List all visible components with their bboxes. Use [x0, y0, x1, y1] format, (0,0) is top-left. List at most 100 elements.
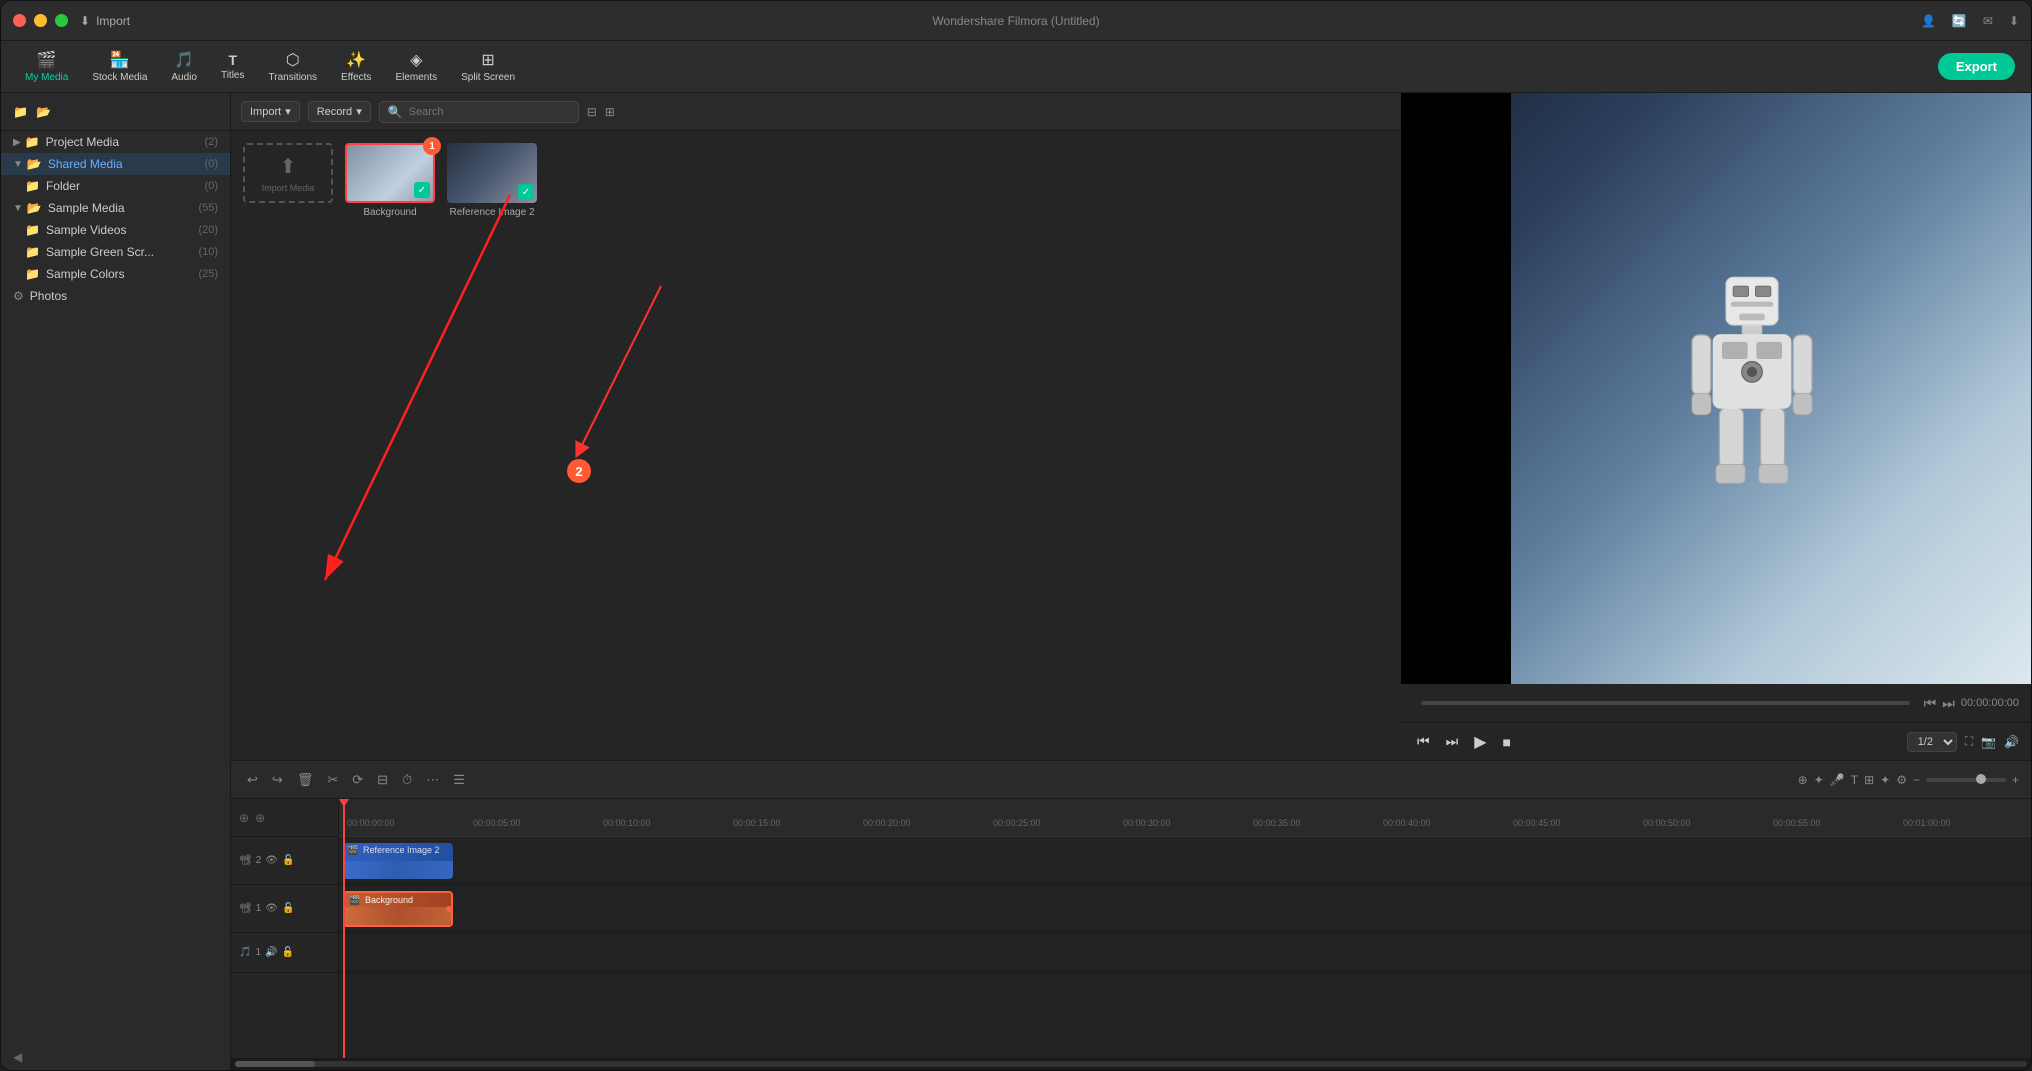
- track2-eye-icon[interactable]: 👁: [265, 855, 278, 866]
- quality-select[interactable]: 1/2: [1907, 732, 1957, 752]
- mirror-button[interactable]: ⊟: [373, 770, 392, 790]
- import-button[interactable]: Import ▾: [241, 101, 300, 122]
- track2-lock-icon[interactable]: 🔓: [282, 855, 294, 866]
- background-clip[interactable]: 🎬 Background: [343, 891, 453, 927]
- close-button[interactable]: [13, 14, 26, 27]
- fullscreen-icon[interactable]: ⛶: [1965, 734, 1973, 749]
- undo-button[interactable]: ↩: [243, 770, 262, 790]
- volume-icon[interactable]: 🔊: [2004, 735, 2019, 749]
- sidebar-item-sample-green[interactable]: 📁 Sample Green Scr... (10): [1, 241, 230, 263]
- zoom-slider[interactable]: [1926, 778, 2006, 782]
- toolbar-split-screen[interactable]: ⊞ Split Screen: [453, 46, 523, 87]
- toolbar-my-media[interactable]: 🎬 My Media: [17, 46, 76, 87]
- step-back-button[interactable]: ⏮: [1413, 731, 1434, 752]
- reference-check: ✓: [518, 184, 534, 200]
- timeline-content: ⊕ ⊕ 📽 2 👁 🔓 📽 1: [231, 799, 2031, 1058]
- step-back-icon[interactable]: ⏮: [1924, 695, 1937, 712]
- align-button[interactable]: ☰: [449, 770, 469, 790]
- clip-speed-button[interactable]: ⏱: [398, 770, 416, 790]
- timeline-scrollbar[interactable]: [231, 1058, 2031, 1070]
- maximize-button[interactable]: [55, 14, 68, 27]
- track2-video-icon: 📽: [239, 855, 252, 866]
- grid-icon[interactable]: ⊞: [605, 105, 615, 119]
- transition2-icon[interactable]: ⊞: [1864, 773, 1874, 787]
- colors-folder-icon: 📁: [25, 267, 40, 281]
- mic-icon[interactable]: 🎤: [1830, 773, 1845, 787]
- toolbar-effects[interactable]: ✨ Effects: [333, 46, 379, 87]
- more-button[interactable]: ⋯: [422, 770, 443, 790]
- track2-area[interactable]: 🎬 Reference Image 2: [339, 837, 2031, 885]
- toolbar-transitions[interactable]: ⬡ Transitions: [261, 46, 326, 87]
- import-media-item[interactable]: ⬆ Import Media: [243, 143, 333, 218]
- add-video-track-icon[interactable]: ⊕: [239, 811, 249, 825]
- effects-icon: ✨: [346, 50, 366, 70]
- user-icon[interactable]: 👤: [1921, 14, 1936, 28]
- sidebar-item-shared-media[interactable]: ▼ 📂 Shared Media (0): [1, 153, 230, 175]
- toolbar: 🎬 My Media 🏪 Stock Media 🎵 Audio T Title…: [1, 41, 2031, 93]
- audio-area[interactable]: [339, 933, 2031, 973]
- collapse-icon[interactable]: ◀: [13, 1050, 22, 1064]
- play-button[interactable]: ▶: [1470, 730, 1490, 754]
- time-display: 00:00:00:00: [1961, 697, 2019, 709]
- filter-icon[interactable]: ⊟: [587, 105, 597, 119]
- track1-area[interactable]: 🎬 Background: [339, 885, 2031, 933]
- audio-icon: 🎵: [174, 50, 194, 70]
- sidebar-item-sample-colors[interactable]: 📁 Sample Colors (25): [1, 263, 230, 285]
- add-audio-track-icon[interactable]: ⊕: [255, 811, 265, 825]
- toolbar-stock-media[interactable]: 🏪 Stock Media: [84, 46, 155, 87]
- refresh-icon[interactable]: 🔄: [1952, 14, 1967, 28]
- my-media-icon: 🎬: [37, 50, 57, 70]
- chevron-expand-icon: ▼: [13, 159, 23, 170]
- scrollbar-thumb[interactable]: [235, 1061, 315, 1067]
- background-item[interactable]: 1 ✓ Background: [345, 143, 435, 218]
- timeline-ruler: 00:00:00:00 00:00:05:00 00:00:10:00 00:0…: [339, 799, 2031, 837]
- reference-image-item[interactable]: ✓ Reference Image 2: [447, 143, 537, 218]
- sidebar-item-folder[interactable]: 📁 Folder (0): [1, 175, 230, 197]
- add-track-row: ⊕ ⊕: [231, 799, 338, 837]
- timeline-toolbar: ↩ ↪ 🗑 ✂ ⟳ ⊟ ⏱ ⋯ ☰ ⊕ ✦ 🎤 T ⊞ ✦: [231, 761, 2031, 799]
- main-content: 📁 📂 ▶ 📁 Project Media (2) ▼ 📂 Shared Med…: [1, 93, 2031, 1070]
- toolbar-audio[interactable]: 🎵 Audio: [163, 46, 205, 87]
- import-label: ⬇ Import: [80, 14, 130, 28]
- reference-clip[interactable]: 🎬 Reference Image 2: [343, 843, 453, 879]
- sidebar-item-sample-videos[interactable]: 📁 Sample Videos (20): [1, 219, 230, 241]
- crop-button[interactable]: ⟳: [348, 770, 367, 790]
- motion-track-icon[interactable]: ⊕: [1798, 773, 1808, 787]
- toolbar-elements[interactable]: ◈ Elements: [387, 46, 445, 87]
- camera-icon[interactable]: 📷: [1981, 735, 1996, 749]
- title-icon[interactable]: T: [1851, 773, 1858, 787]
- svg-text:2: 2: [575, 464, 582, 479]
- export-button[interactable]: Export: [1938, 53, 2015, 80]
- track2-label: 📽 2 👁 🔓: [231, 837, 338, 885]
- download-icon[interactable]: ⬇: [2009, 14, 2019, 28]
- track1-label: 📽 1 👁 🔓: [231, 885, 338, 933]
- sidebar-item-project-media[interactable]: ▶ 📁 Project Media (2): [1, 131, 230, 153]
- effect2-icon[interactable]: ✦: [1880, 773, 1890, 787]
- sidebar-item-sample-media[interactable]: ▼ 📂 Sample Media (55): [1, 197, 230, 219]
- message-icon[interactable]: ✉: [1983, 14, 1993, 28]
- zoom-out-icon[interactable]: −: [1913, 773, 1920, 787]
- toolbar-titles[interactable]: T Titles: [213, 48, 253, 85]
- track1-eye-icon[interactable]: 👁: [265, 903, 278, 914]
- ai-icon[interactable]: ✦: [1814, 773, 1824, 787]
- record-button[interactable]: Record ▾: [308, 101, 371, 122]
- frame-step-icon[interactable]: ⏭: [1942, 695, 1955, 712]
- search-input[interactable]: [409, 106, 570, 118]
- audio-lock-icon[interactable]: 🔓: [281, 947, 293, 958]
- frame-back-button[interactable]: ⏭: [1442, 731, 1463, 752]
- cut-button[interactable]: ✂: [323, 770, 342, 790]
- new-folder-icon[interactable]: 📂: [36, 105, 51, 119]
- audio-label: 🎵 1 🔊 🔓: [231, 933, 338, 973]
- settings-icon[interactable]: ⚙: [1896, 773, 1907, 787]
- delete-button[interactable]: 🗑: [293, 770, 318, 790]
- minimize-button[interactable]: [34, 14, 47, 27]
- reference-thumb: ✓: [447, 143, 537, 203]
- stop-button[interactable]: ■: [1499, 732, 1515, 752]
- redo-button[interactable]: ↪: [268, 770, 287, 790]
- track1-lock-icon[interactable]: 🔓: [282, 903, 294, 914]
- timeline-scrubber[interactable]: [1421, 701, 1910, 705]
- zoom-in-icon[interactable]: +: [2012, 773, 2019, 787]
- sidebar-item-photos[interactable]: ⚙ Photos: [1, 285, 230, 307]
- add-folder-icon[interactable]: 📁: [13, 105, 28, 119]
- audio-volume-icon[interactable]: 🔊: [265, 947, 277, 958]
